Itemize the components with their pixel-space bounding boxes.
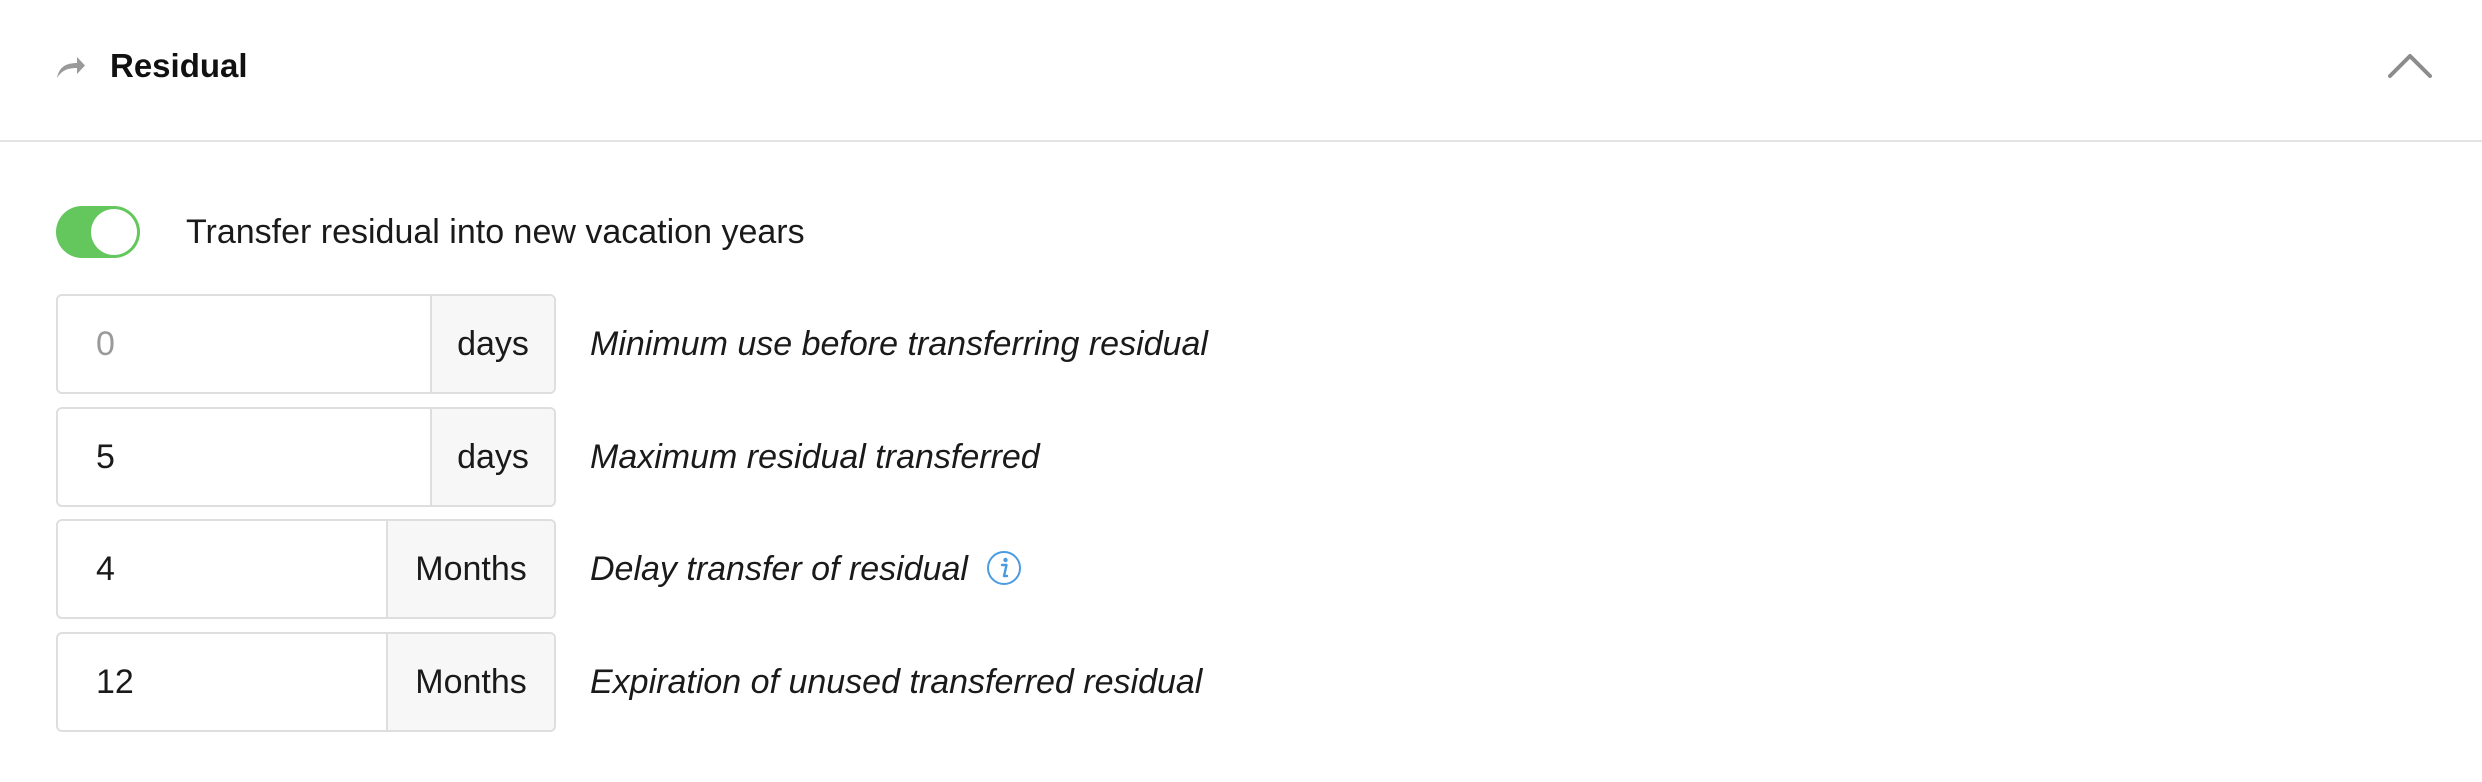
unit-label: Months [386,634,554,730]
unit-label: days [430,409,554,505]
section-header[interactable]: Residual [0,0,2482,142]
delay-transfer-description-wrap: Delay transfer of residual [590,519,1022,619]
unit-label: days [430,296,554,392]
delay-transfer-description: Delay transfer of residual [590,550,968,588]
maximum-residual-description: Maximum residual transferred [590,438,1040,476]
minimum-use-description: Minimum use before transferring residual [590,325,1208,363]
delay-transfer-input[interactable] [58,521,388,617]
delay-transfer-input-group: Months [56,519,556,619]
share-arrow-icon [57,57,85,78]
info-icon[interactable] [986,550,1022,586]
expiration-description: Expiration of unused transferred residua… [590,663,1203,701]
chevron-up-icon[interactable] [2384,46,2436,86]
transfer-toggle-label: Transfer residual into new vacation year… [186,213,805,251]
maximum-residual-input[interactable] [58,409,432,505]
toggle-knob [91,209,137,255]
expiration-input-group: Months [56,632,556,732]
unit-label: Months [386,521,554,617]
minimum-use-input[interactable] [58,296,432,392]
section-title: Residual [110,47,248,84]
transfer-residual-toggle[interactable] [56,206,140,258]
minimum-use-input-group: days [56,294,556,394]
expiration-input[interactable] [58,634,388,730]
maximum-residual-input-group: days [56,407,556,507]
residual-panel: Residual Transfer residual into new vaca… [0,0,2482,782]
